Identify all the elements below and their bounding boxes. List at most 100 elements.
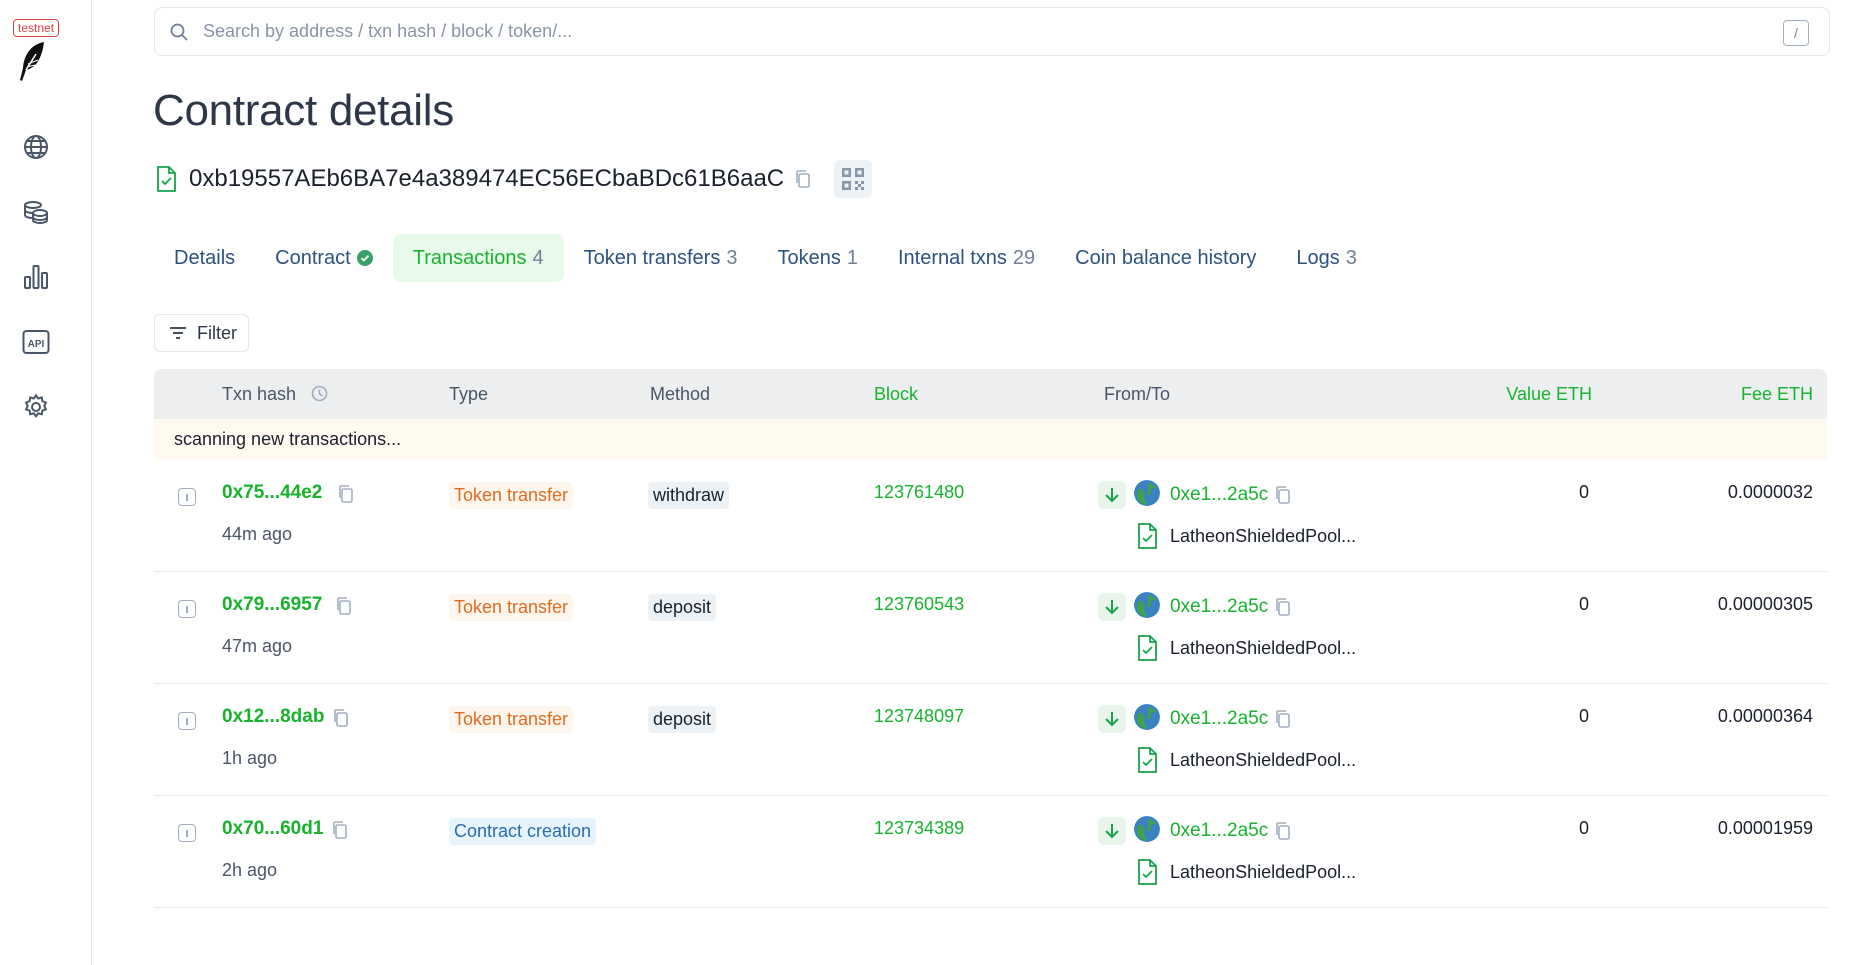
contract-document-icon: [157, 166, 176, 192]
incoming-arrow-icon: [1098, 593, 1126, 621]
tab-transactions[interactable]: Transactions 4: [392, 234, 564, 282]
to-contract-link[interactable]: LatheonShieldedPool...: [1170, 862, 1356, 883]
txn-hash-link[interactable]: 0x75...44e2: [222, 482, 322, 504]
address-avatar-icon: [1134, 480, 1160, 506]
type-tag: Token transfer: [449, 706, 574, 733]
page-title: Contract details: [153, 86, 454, 135]
search-shortcut-hint: /: [1783, 20, 1809, 46]
info-icon[interactable]: [178, 712, 196, 730]
tab-tokens[interactable]: Tokens 1: [757, 234, 878, 282]
bar-chart-icon[interactable]: [22, 263, 50, 291]
contract-document-icon: [1138, 523, 1157, 549]
incoming-arrow-icon: [1098, 817, 1126, 845]
value-eth: 0: [1578, 706, 1589, 726]
sidebar: testnet API: [0, 0, 92, 965]
block-link[interactable]: 123748097: [874, 706, 964, 727]
txn-age: 1h ago: [222, 748, 278, 768]
gear-icon[interactable]: [22, 393, 50, 421]
filter-label: Filter: [197, 322, 237, 343]
table-row: 0x70...60d1 2h ago Contract creation 123…: [154, 796, 1827, 908]
tab-logs[interactable]: Logs 3: [1276, 234, 1377, 282]
from-address-link[interactable]: 0xe1...2a5c: [1170, 820, 1268, 842]
copy-icon[interactable]: [331, 820, 349, 840]
copy-icon[interactable]: [337, 484, 355, 504]
address-avatar-icon: [1134, 816, 1160, 842]
tab-count: 1: [846, 246, 858, 269]
block-link[interactable]: 123760543: [874, 594, 964, 615]
tab-token-transfers[interactable]: Token transfers 3: [564, 234, 758, 282]
txn-hash-link[interactable]: 0x79...6957: [222, 594, 322, 616]
clock-icon[interactable]: [311, 385, 328, 402]
svg-text:API: API: [28, 339, 45, 350]
copy-icon[interactable]: [1274, 485, 1292, 505]
table-row: 0x79...6957 47m ago Token transfer depos…: [154, 572, 1827, 684]
contract-document-icon: [1138, 747, 1157, 773]
copy-icon[interactable]: [1274, 597, 1292, 617]
qr-code-button[interactable]: [834, 160, 873, 198]
filter-icon: [170, 327, 186, 339]
qr-code-icon: [842, 168, 865, 190]
search-icon: [170, 23, 188, 41]
header-type: Type: [449, 384, 489, 404]
txn-age: 44m ago: [222, 524, 293, 544]
contract-address-row: 0xb19557AEb6BA7e4a389474EC56ECbaBDc61B6a…: [155, 159, 873, 199]
tab-bar: Details Contract Transactions 4 Token tra…: [154, 234, 1377, 282]
table-header: Txn hash Type Method Block From/To Value…: [154, 369, 1827, 419]
tab-details[interactable]: Details: [154, 234, 255, 282]
tab-count: 3: [1345, 246, 1357, 269]
incoming-arrow-icon: [1098, 705, 1126, 733]
tab-coin-balance-history[interactable]: Coin balance history: [1055, 234, 1276, 282]
value-eth: 0: [1578, 594, 1589, 614]
tab-internal-txns[interactable]: Internal txns 29: [878, 234, 1055, 282]
type-tag: Token transfer: [449, 594, 574, 621]
api-icon[interactable]: API: [22, 328, 50, 356]
contract-address[interactable]: 0xb19557AEb6BA7e4a389474EC56ECbaBDc61B6a…: [189, 165, 784, 193]
coins-icon[interactable]: [22, 198, 50, 226]
to-contract-link[interactable]: LatheonShieldedPool...: [1170, 526, 1356, 547]
header-method: Method: [650, 384, 711, 404]
filter-button[interactable]: Filter: [154, 314, 249, 352]
address-avatar-icon: [1134, 704, 1160, 730]
tab-contract[interactable]: Contract: [255, 234, 393, 282]
method-tag: withdraw: [648, 482, 730, 509]
from-address-link[interactable]: 0xe1...2a5c: [1170, 596, 1268, 618]
to-contract-link[interactable]: LatheonShieldedPool...: [1170, 750, 1356, 771]
info-icon[interactable]: [178, 600, 196, 618]
header-from-to: From/To: [1104, 384, 1171, 404]
header-fee: Fee ETH: [1740, 384, 1813, 404]
copy-icon[interactable]: [794, 169, 812, 189]
search-input[interactable]: [201, 20, 1705, 43]
feather-logo-icon[interactable]: [14, 40, 48, 84]
block-link[interactable]: 123761480: [874, 482, 964, 503]
from-address-link[interactable]: 0xe1...2a5c: [1170, 484, 1268, 506]
info-icon[interactable]: [178, 824, 196, 842]
table-row: 0x75...44e2 44m ago Token transfer withd…: [154, 460, 1827, 572]
txn-hash-link[interactable]: 0x12...8dab: [222, 706, 324, 728]
scanning-banner: scanning new transactions...: [154, 419, 1827, 460]
copy-icon[interactable]: [1274, 709, 1292, 729]
txn-hash-link[interactable]: 0x70...60d1: [222, 818, 323, 840]
info-icon[interactable]: [178, 488, 196, 506]
globe-icon[interactable]: [22, 133, 50, 161]
incoming-arrow-icon: [1098, 481, 1126, 509]
table-row: 0x12...8dab 1h ago Token transfer deposi…: [154, 684, 1827, 796]
header-txn-hash: Txn hash: [222, 369, 328, 419]
value-eth: 0: [1578, 818, 1589, 838]
copy-icon[interactable]: [335, 596, 353, 616]
block-link[interactable]: 123734389: [874, 818, 964, 839]
contract-document-icon: [1138, 859, 1157, 885]
tab-count: 29: [1012, 246, 1036, 269]
search-bar[interactable]: /: [154, 7, 1830, 56]
txn-age: 2h ago: [222, 860, 278, 880]
tab-count: 4: [532, 246, 544, 269]
copy-icon[interactable]: [1274, 821, 1292, 841]
value-eth: 0: [1578, 482, 1589, 502]
verified-check-icon: [356, 250, 373, 266]
copy-icon[interactable]: [332, 708, 350, 728]
address-avatar-icon: [1134, 592, 1160, 618]
type-tag: Token transfer: [449, 482, 574, 509]
from-address-link[interactable]: 0xe1...2a5c: [1170, 708, 1268, 730]
header-block: Block: [874, 384, 919, 404]
type-tag: Contract creation: [449, 818, 597, 845]
to-contract-link[interactable]: LatheonShieldedPool...: [1170, 638, 1356, 659]
